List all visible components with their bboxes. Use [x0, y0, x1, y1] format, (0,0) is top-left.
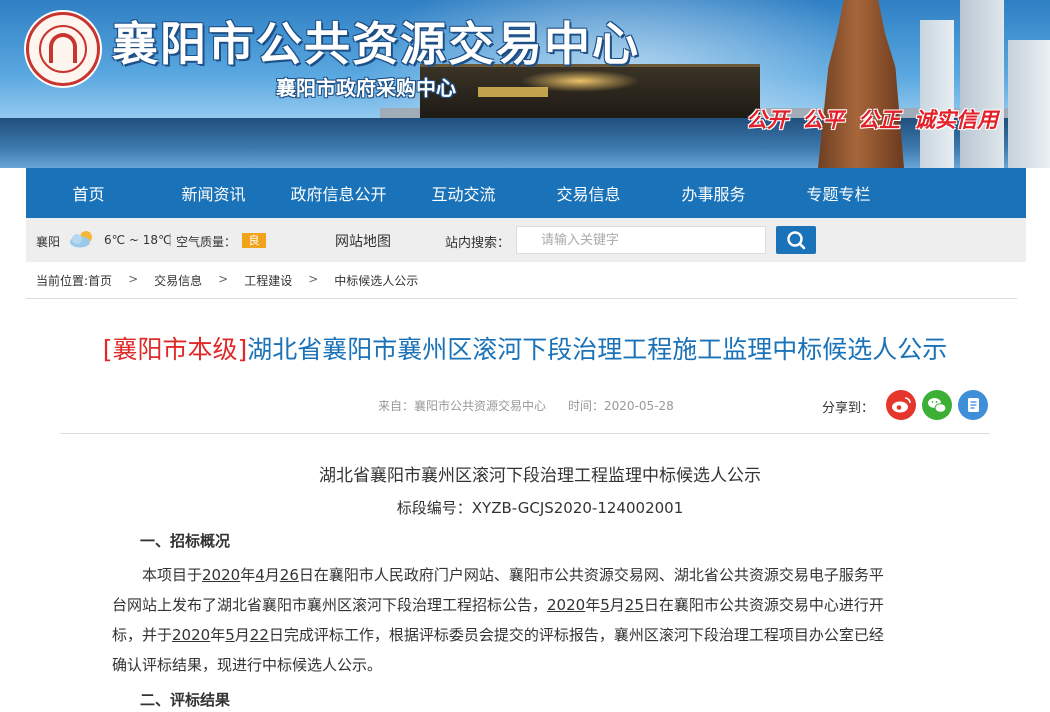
- slogan: 公正: [858, 108, 900, 132]
- page-title: [襄阳市本级]湖北省襄阳市襄州区滚河下段治理工程施工监理中标候选人公示: [0, 330, 1050, 366]
- site-title: 襄阳市公共资源交易中心: [112, 17, 640, 71]
- utility-bar: 襄阳 6℃ ~ 18℃ | 空气质量： 良 网站地图 站内搜索：: [26, 218, 1026, 262]
- nav-item-interaction[interactable]: 互动交流: [401, 181, 526, 205]
- paragraph-line: 台网站上发布了湖北省襄阳市襄州区滚河下段治理工程招标公告，2020年5月25日在…: [112, 596, 884, 614]
- article-divider: [60, 433, 990, 434]
- wechat-icon[interactable]: [922, 390, 952, 420]
- weather-separator: |: [168, 232, 173, 246]
- document-icon[interactable]: [958, 390, 988, 420]
- slogan: 公开: [746, 108, 788, 132]
- weather-temperature: 6℃ ~ 18℃: [104, 233, 172, 247]
- article-meta: 来自：襄阳市公共资源交易中心 时间：2020-05-28: [378, 397, 674, 414]
- section-heading: 二、评标结果: [140, 691, 231, 709]
- air-quality-badge: 良: [242, 233, 266, 248]
- breadcrumb-label: 当前位置:: [36, 274, 89, 288]
- nav-item-services[interactable]: 办事服务: [651, 181, 776, 205]
- section-heading: 一、招标概况: [140, 532, 231, 550]
- search-icon: [787, 231, 806, 250]
- sitemap-link[interactable]: 网站地图: [335, 231, 391, 251]
- nav-item-special[interactable]: 专题专栏: [776, 181, 901, 205]
- document-title: 湖北省襄阳市襄州区滚河下段治理工程监理中标候选人公示: [319, 466, 761, 486]
- breadcrumb-separator: >: [128, 272, 139, 286]
- breadcrumb-separator: >: [218, 272, 229, 286]
- weather-city: 襄阳: [36, 235, 61, 249]
- banner-tower: [1008, 40, 1050, 168]
- breadcrumb-item-home[interactable]: 首页: [88, 272, 112, 289]
- site-subtitle: 襄阳市政府采购中心: [276, 76, 456, 100]
- air-quality-label: 空气质量：: [176, 235, 237, 249]
- main-nav: 首页 新闻资讯 政府信息公开 互动交流 交易信息 办事服务 专题专栏: [26, 168, 1026, 218]
- article-time: 时间：2020-05-28: [568, 399, 674, 413]
- slogan: 公平: [802, 108, 844, 132]
- site-logo[interactable]: [26, 12, 100, 86]
- breadcrumb: 当前位置: 首页 > 交易信息 > 工程建设 > 中标候选人公示: [36, 272, 418, 289]
- nav-item-trade-info[interactable]: 交易信息: [526, 181, 651, 205]
- weibo-icon[interactable]: [886, 390, 916, 420]
- nav-item-news[interactable]: 新闻资讯: [151, 181, 276, 205]
- slogan: 诚实信用: [914, 108, 998, 132]
- share-label: 分享到：: [822, 401, 875, 416]
- banner-tower: [960, 0, 1004, 168]
- search-label: 站内搜索：: [445, 236, 511, 251]
- slogans: 公开 公平 公正 诚实信用: [746, 104, 998, 134]
- nav-item-gov-info[interactable]: 政府信息公开: [276, 181, 401, 205]
- article-source: 来自：襄阳市公共资源交易中心: [378, 399, 547, 413]
- breadcrumb-item-trade-info[interactable]: 交易信息: [154, 272, 202, 289]
- nav-item-home[interactable]: 首页: [26, 181, 151, 205]
- article-title-text: 湖北省襄阳市襄州区滚河下段治理工程施工监理中标候选人公示: [247, 335, 948, 364]
- paragraph-line: 确认评标结果，现进行中标候选人公示。: [112, 656, 383, 674]
- paragraph-line: 标，并于2020年5月22日完成评标工作，根据评标委员会提交的评标报告，襄州区滚…: [112, 626, 884, 644]
- header-banner: 襄阳市公共资源交易中心 襄阳市政府采购中心 公开 公平 公正 诚实信用: [0, 0, 1050, 168]
- breadcrumb-item-engineering[interactable]: 工程建设: [244, 272, 292, 289]
- banner-tower: [920, 20, 954, 168]
- section-code: 标段编号：XYZB-GCJS2020-124002001: [396, 499, 684, 517]
- paragraph-line: 本项目于2020年4月26日在襄阳市人民政府门户网站、襄阳市公共资源交易网、湖北…: [142, 566, 884, 584]
- breadcrumb-separator: >: [308, 272, 319, 286]
- article-region-tag: [襄阳市本级]: [102, 335, 248, 364]
- article-paragraph: 本项目于2020年4月26日在襄阳市人民政府门户网站、襄阳市公共资源交易网、湖北…: [112, 560, 946, 680]
- search-button[interactable]: [776, 226, 816, 254]
- breadcrumb-divider: [26, 298, 1017, 299]
- search-input[interactable]: [516, 226, 766, 254]
- breadcrumb-item-current[interactable]: 中标候选人公示: [334, 272, 418, 289]
- partly-cloudy-icon: [70, 231, 92, 248]
